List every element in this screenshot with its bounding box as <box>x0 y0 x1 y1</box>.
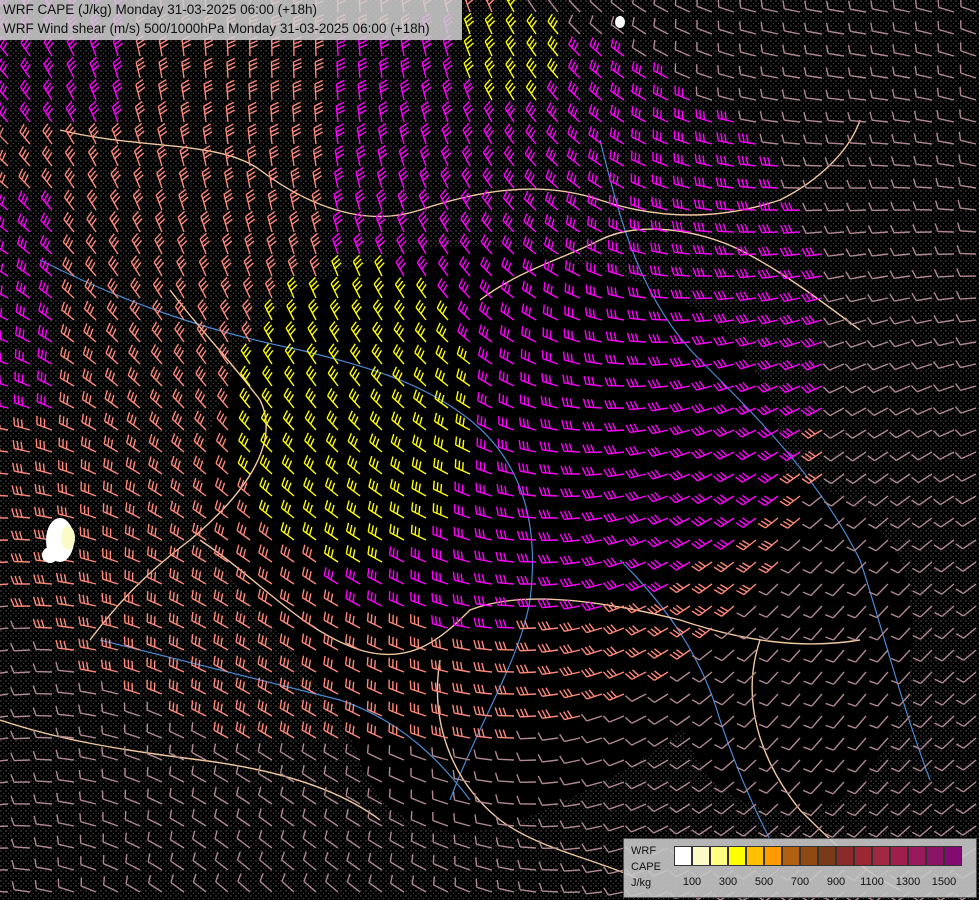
legend-swatch <box>692 846 710 866</box>
weather-map <box>0 0 979 900</box>
legend-swatch <box>836 846 854 866</box>
legend-tick: 100 <box>682 876 702 888</box>
legend-swatch <box>890 846 908 866</box>
legend-swatch <box>872 846 890 866</box>
legend-swatch <box>728 846 746 866</box>
legend-swatch <box>764 846 782 866</box>
map-title-shear: WRF Wind shear (m/s) 500/1000hPa Monday … <box>3 21 430 36</box>
legend-tick: 700 <box>790 876 810 888</box>
legend-swatch <box>926 846 944 866</box>
legend-model-label: WRF <box>631 845 657 857</box>
legend-tick: 1300 <box>895 876 921 888</box>
legend-tick: 900 <box>826 876 846 888</box>
legend-variable-label: CAPE <box>631 861 661 873</box>
map-title-box: WRF CAPE (J/kg) Monday 31-03-2025 06:00 … <box>0 0 462 40</box>
legend-unit-label: J/kg <box>631 877 652 889</box>
legend-tick: 300 <box>718 876 738 888</box>
legend-swatch <box>782 846 800 866</box>
legend-swatch <box>908 846 926 866</box>
legend-swatch <box>710 846 728 866</box>
legend-swatch <box>800 846 818 866</box>
legend-tick: 1500 <box>931 876 957 888</box>
legend-tick: 1100 <box>860 876 884 888</box>
cape-legend: WRF CAPE J/kg 100 300 500 700 900 1100 1300 150… <box>623 838 977 898</box>
legend-swatch <box>674 846 692 866</box>
legend-tick: 500 <box>754 876 774 888</box>
legend-swatch <box>854 846 872 866</box>
legend-swatch <box>818 846 836 866</box>
map-title-cape: WRF CAPE (J/kg) Monday 31-03-2025 06:00 … <box>3 2 318 17</box>
legend-swatch <box>746 846 764 866</box>
legend-swatch <box>944 846 962 866</box>
legend-tick-labels: 100 300 500 700 900 1100 1300 1500 <box>674 876 974 890</box>
legend-color-scale <box>674 846 962 866</box>
